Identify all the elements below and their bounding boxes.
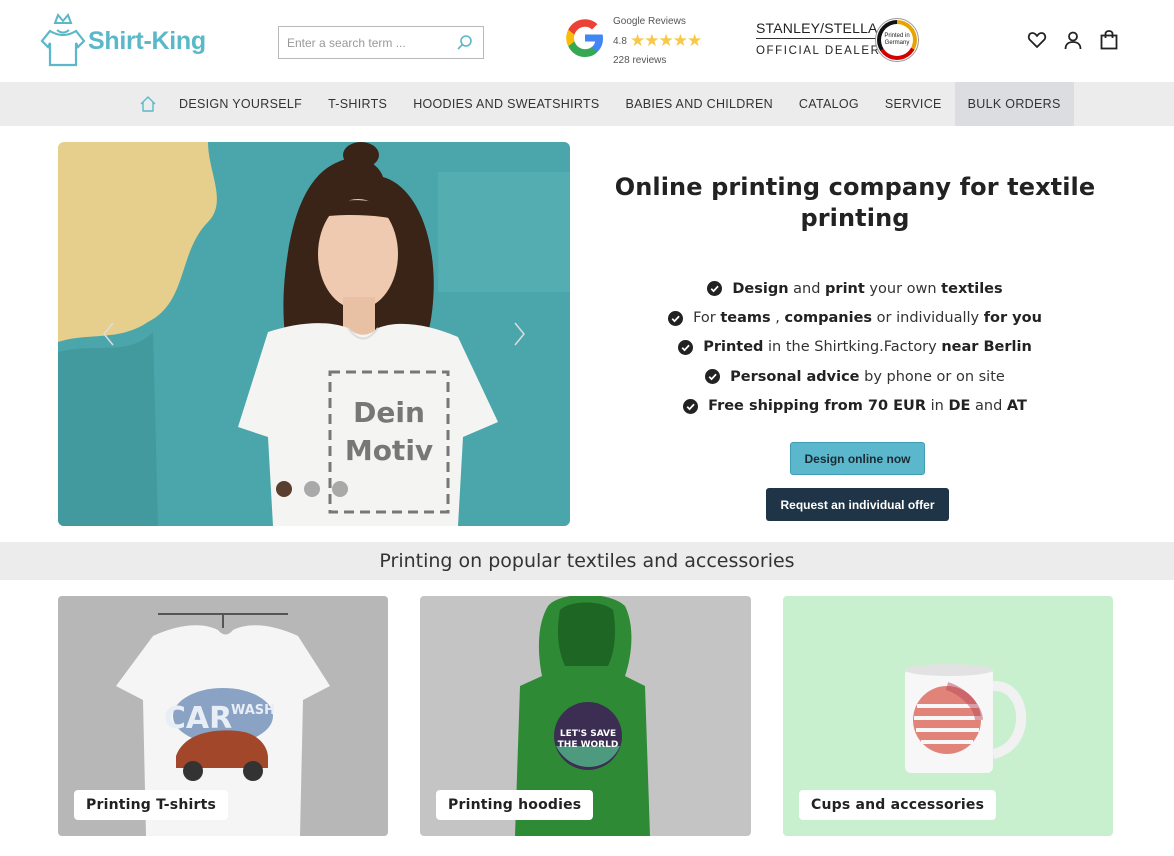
feature-item: For teams , companies or individually fo… (590, 303, 1120, 332)
google-review-count: 228 reviews (613, 55, 667, 66)
carousel-prev-icon[interactable] (98, 320, 120, 348)
feature-item: Design and print your own textiles (590, 274, 1120, 303)
feature-text-bold: companies (784, 310, 873, 327)
feature-text-bold: print (825, 280, 865, 297)
request-offer-button[interactable]: Request an individual offer (766, 488, 949, 521)
feature-text: Personal advice by phone or on site (730, 369, 1005, 385)
carousel-next-icon[interactable] (508, 320, 530, 348)
crown-shirt-logo-icon (40, 13, 86, 67)
feature-text: Printed in the Shirtking.Factory near Be… (703, 339, 1032, 355)
feature-text-normal: , (770, 310, 785, 327)
hero-motif-line2: Motiv (345, 434, 433, 467)
nav-item-design-yourself[interactable]: DESIGN YOURSELF (166, 82, 315, 126)
hero-motif-line1: Dein (353, 396, 425, 429)
feature-text-bold: Personal advice (730, 368, 860, 385)
carwash-art-text2: WASH (231, 703, 275, 718)
main-navigation: DESIGN YOURSELF T-SHIRTS HOODIES AND SWE… (0, 82, 1174, 126)
search-icon[interactable] (456, 34, 474, 52)
feature-text-bold: Free shipping from 70 EUR (708, 398, 926, 415)
feature-text-bold: Printed (703, 339, 764, 356)
check-circle-icon (683, 398, 699, 414)
nav-item-babies-children[interactable]: BABIES AND CHILDREN (613, 82, 786, 126)
card-label: Cups and accessories (799, 790, 997, 820)
feature-text-normal: and (970, 398, 1007, 415)
hero-carousel[interactable]: Dein Motiv (58, 142, 570, 526)
feature-text-normal: in (926, 398, 949, 415)
nav-item-catalog[interactable]: CATALOG (786, 82, 872, 126)
shopping-bag-icon[interactable] (1098, 29, 1120, 51)
check-circle-icon (668, 310, 684, 326)
category-card-hoodies[interactable]: LET'S SAVE THE WORLD Printing hoodies (420, 596, 751, 836)
dealer-subtitle: OFFICIAL DEALER (756, 45, 881, 57)
hoodie-art-text1: LET'S SAVE (560, 729, 616, 739)
carousel-dot[interactable] (332, 481, 348, 497)
feature-list: Design and print your own textiles For te… (590, 274, 1120, 421)
nav-item-hoodies[interactable]: HOODIES AND SWEATSHIRTS (400, 82, 612, 126)
google-rating: 4.8 (613, 36, 627, 47)
feature-text-normal: or individually (872, 310, 984, 327)
feature-text-bold: teams (720, 310, 771, 327)
check-circle-icon (705, 369, 721, 385)
feature-text-normal: by phone or on site (859, 368, 1005, 385)
feature-item: Free shipping from 70 EUR in DE and AT (590, 392, 1120, 421)
feature-text-bold: near Berlin (941, 339, 1032, 356)
check-circle-icon (707, 281, 723, 297)
hoodie-art-text2: THE WORLD (558, 740, 619, 750)
feature-text-normal: your own (864, 280, 942, 297)
feature-text-bold: for you (983, 310, 1042, 327)
dealer-brand: STANLEY/STELLA (756, 20, 878, 39)
feature-text: Design and print your own textiles (732, 281, 1002, 297)
nav-item-bulk-orders[interactable]: BULK ORDERS (954, 82, 1074, 126)
google-logo-icon (566, 19, 603, 57)
google-reviews-widget[interactable]: Google Reviews 4.8 ★★★★★ 228 reviews (563, 14, 713, 70)
rating-stars-icon: ★★★★★ (630, 31, 702, 50)
category-card-tshirts[interactable]: CAR WASH Printing T-shirts (58, 596, 388, 836)
page-title: Online printing company for textile prin… (614, 173, 1096, 232)
wishlist-heart-icon[interactable] (1026, 29, 1048, 51)
site-header: Shirt-King Google Reviews 4.8 ★★★★★ 228 … (0, 0, 1174, 82)
site-logo[interactable]: Shirt-King (40, 12, 206, 70)
feature-text-bold: DE (948, 398, 971, 415)
feature-text: For teams , companies or individually fo… (693, 310, 1042, 326)
design-online-button[interactable]: Design online now (790, 442, 925, 475)
carousel-dot[interactable] (276, 481, 292, 497)
feature-text: Free shipping from 70 EUR in DE and AT (708, 398, 1027, 414)
nav-item-service[interactable]: SERVICE (872, 82, 955, 126)
feature-text-bold: textiles (941, 280, 1003, 297)
feature-text-bold: AT (1006, 398, 1027, 415)
feature-text-normal: in the Shirtking.Factory (763, 339, 942, 356)
category-card-cups[interactable]: Cups and accessories (783, 596, 1113, 836)
nav-item-t-shirts[interactable]: T-SHIRTS (315, 82, 400, 126)
feature-text-normal: For (693, 310, 721, 327)
germany-badge-text: Printed in Germany (881, 24, 913, 56)
home-icon[interactable] (130, 82, 166, 126)
stanley-stella-dealer-badge[interactable]: STANLEY/STELLA OFFICIAL DEALER Printed i… (756, 16, 926, 68)
header-actions (1026, 29, 1120, 51)
feature-item: Personal advice by phone or on site (590, 362, 1120, 391)
logo-text: Shirt-King (88, 26, 206, 55)
account-user-icon[interactable] (1062, 29, 1084, 51)
search-box (278, 26, 484, 59)
hero-intro: Online printing company for textile prin… (590, 142, 1120, 526)
search-input[interactable] (287, 35, 447, 50)
printed-in-germany-badge: Printed in Germany (875, 18, 919, 62)
carousel-dot[interactable] (304, 481, 320, 497)
feature-item: Printed in the Shirtking.Factory near Be… (590, 333, 1120, 362)
hero-photo-woman-tshirt: Dein Motiv (58, 142, 570, 526)
card-label: Printing hoodies (436, 790, 594, 820)
carousel-dots (276, 481, 348, 497)
section-title: Printing on popular textiles and accesso… (0, 542, 1174, 580)
feature-text-normal: and (788, 280, 826, 297)
google-reviews-title: Google Reviews (613, 16, 686, 27)
check-circle-icon (678, 339, 694, 355)
card-label: Printing T-shirts (74, 790, 229, 820)
feature-text-bold: Design (732, 280, 789, 297)
